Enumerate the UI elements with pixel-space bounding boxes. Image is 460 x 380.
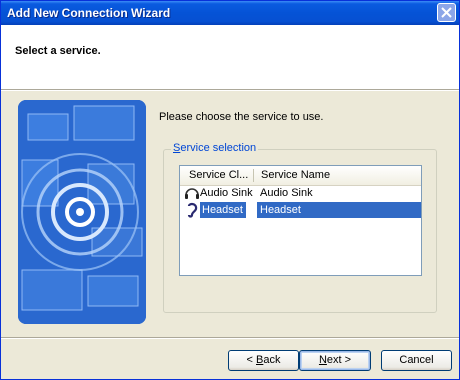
- column-header-service-class[interactable]: Service Cl...: [189, 169, 248, 181]
- footer-divider-highlight: [1, 338, 459, 339]
- title-bar[interactable]: Add New Connection Wizard: [1, 1, 459, 25]
- service-name-cell: Audio Sink: [260, 187, 313, 199]
- headset-icon: [187, 202, 198, 218]
- wizard-window: Add New Connection Wizard Select a servi…: [0, 0, 460, 380]
- service-selection-label: Service selection: [171, 142, 259, 154]
- cancel-button[interactable]: Cancel: [381, 350, 452, 371]
- service-name-cell: Headset: [257, 202, 421, 218]
- service-class-cell: Headset: [200, 202, 246, 218]
- header-divider: [1, 90, 459, 91]
- headphones-icon: [185, 188, 199, 199]
- list-item-selected[interactable]: Headset Headset: [180, 202, 421, 218]
- list-header: Service Cl... Service Name: [180, 166, 421, 186]
- instruction-text: Please choose the service to use.: [159, 111, 324, 123]
- page-title: Select a service.: [15, 45, 101, 57]
- close-icon: [441, 7, 452, 18]
- column-header-service-name[interactable]: Service Name: [261, 169, 330, 181]
- next-button[interactable]: Next >: [299, 350, 371, 371]
- wizard-illustration: [18, 100, 146, 324]
- window-title: Add New Connection Wizard: [7, 6, 171, 20]
- wizard-header: Select a service.: [1, 25, 459, 90]
- back-button[interactable]: < Back: [228, 350, 299, 371]
- list-item[interactable]: Audio Sink Audio Sink: [180, 185, 421, 201]
- close-button[interactable]: [437, 3, 456, 22]
- column-separator[interactable]: [253, 169, 254, 182]
- service-list[interactable]: Service Cl... Service Name Audio Sink Au…: [179, 165, 422, 276]
- service-class-cell: Audio Sink: [200, 187, 253, 199]
